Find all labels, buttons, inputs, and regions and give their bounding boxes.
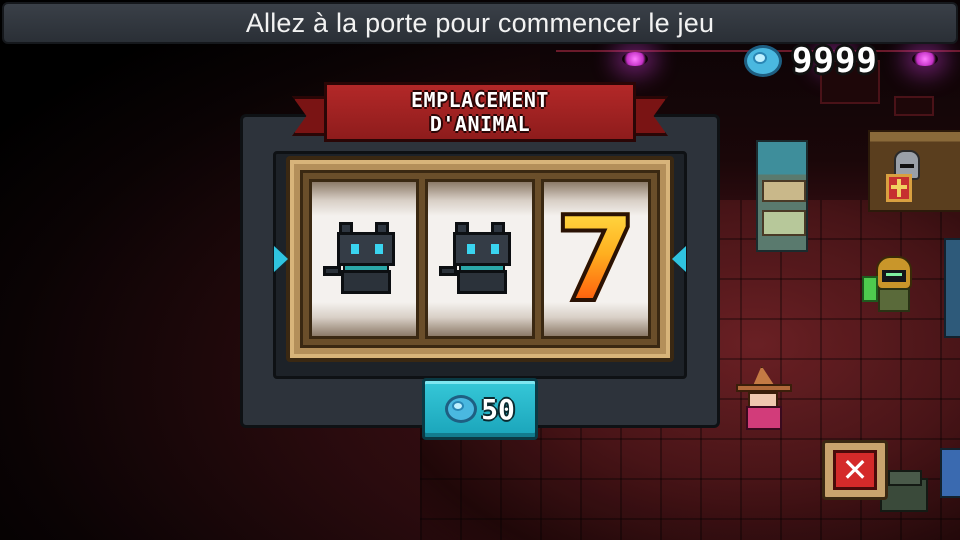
gem-icon <box>445 395 478 423</box>
close-icon: ✕ <box>833 450 877 490</box>
hint-text: Allez à la porte pour commencer le jeu <box>245 7 715 38</box>
robot-gun <box>862 276 878 302</box>
robot-body <box>878 288 910 312</box>
knight-npc[interactable] <box>884 150 930 206</box>
side-machine <box>940 448 960 498</box>
gem-icon <box>744 45 782 77</box>
knight-shield <box>886 174 912 202</box>
side-machine <box>944 238 960 338</box>
wizard-hat-brim <box>736 384 792 392</box>
reel-window: 7 <box>300 170 660 348</box>
robot-visor <box>882 270 906 282</box>
slot-title: EMPLACEMENT D'ANIMAL <box>324 82 636 142</box>
spin-cost: 50 <box>481 392 515 426</box>
spin-button[interactable]: 50 <box>422 378 538 440</box>
robot-npc[interactable] <box>862 256 920 316</box>
player-wizard <box>736 366 796 436</box>
wall-sign <box>894 96 934 116</box>
gem-counter: 9999 <box>744 41 878 81</box>
reel-2 <box>425 179 535 339</box>
hint-banner: Allez à la porte pour commencer le jeu <box>2 2 958 44</box>
slot-title-ribbon: EMPLACEMENT D'ANIMAL <box>292 82 668 150</box>
black-cat-icon <box>319 220 409 298</box>
wizard-robe <box>746 406 782 430</box>
ceiling-lamp <box>622 52 648 66</box>
vending-shelf <box>756 140 808 252</box>
slot-title-line2: D'ANIMAL <box>429 112 531 136</box>
ceiling-lamp <box>912 52 938 66</box>
slot-title-line1: EMPLACEMENT <box>411 88 549 112</box>
black-cat-icon <box>435 220 525 298</box>
reel-1 <box>309 179 419 339</box>
reel-pointer-left-icon <box>274 246 288 272</box>
close-button[interactable]: ✕ <box>822 440 888 500</box>
gem-count: 9999 <box>792 41 878 81</box>
reel-3: 7 <box>541 179 651 339</box>
reel-frame: 7 <box>286 156 674 362</box>
reel-pointer-right-icon <box>672 246 686 272</box>
seven-symbol: 7 <box>553 190 639 328</box>
